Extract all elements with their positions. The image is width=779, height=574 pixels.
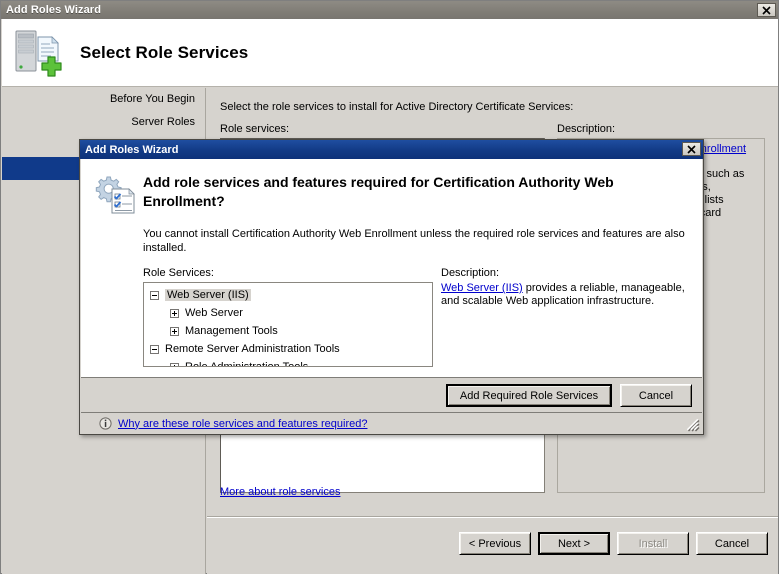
collapse-minus-icon[interactable] [150, 290, 159, 300]
expand-plus-icon[interactable] [170, 326, 179, 336]
dialog-heading: Add role services and features required … [143, 174, 614, 209]
dialog-footer: Why are these role services and features… [81, 412, 702, 434]
expand-plus-icon[interactable] [170, 308, 179, 318]
required-role-services-dialog: Add Roles Wizard Add role services and f… [79, 139, 704, 435]
tree-node-label: Web Server (IIS) [165, 289, 251, 301]
tree-node-label: Role Administration Tools [185, 361, 309, 367]
window-titlebar[interactable]: Add Roles Wizard [1, 1, 778, 19]
sidebar-item-before-you-begin[interactable]: Before You Begin [2, 88, 205, 111]
page-title: Select Role Services [80, 42, 249, 62]
dialog-cancel-button[interactable]: Cancel [620, 384, 692, 407]
info-icon [99, 417, 112, 430]
collapse-minus-icon[interactable] [150, 344, 159, 354]
tree-node[interactable]: Remote Server Administration Tools [144, 340, 432, 358]
install-button: Install [617, 532, 689, 555]
content-intro-text: Select the role services to install for … [220, 101, 574, 113]
dialog-description-label: Description: [441, 267, 500, 279]
description-label: Description: [557, 123, 616, 135]
add-required-role-services-button[interactable]: Add Required Role Services [446, 384, 612, 407]
next-button[interactable]: Next > [538, 532, 610, 555]
wizard-footer: < Previous Next > Install Cancel [207, 516, 778, 574]
dialog-title: Add Roles Wizard [85, 143, 179, 156]
dialog-button-band: Add Required Role Services Cancel [81, 377, 702, 412]
required-role-services-tree[interactable]: Web Server (IIS) Web Server Management T… [143, 282, 433, 367]
sidebar-item-server-roles[interactable]: Server Roles [2, 111, 205, 134]
role-services-label: Role services: [220, 123, 290, 135]
previous-button[interactable]: < Previous [459, 532, 531, 555]
why-required-link[interactable]: Why are these role services and features… [118, 418, 367, 430]
cancel-button[interactable]: Cancel [696, 532, 768, 555]
gear-checklist-icon [93, 173, 137, 217]
tree-node[interactable]: Management Tools [144, 322, 432, 340]
close-icon[interactable] [682, 142, 701, 156]
dialog-description-panel: Web Server (IIS) provides a reliable, ma… [441, 282, 691, 308]
tree-node[interactable]: Role Administration Tools [144, 358, 432, 367]
tree-node[interactable]: Web Server (IIS) [144, 286, 432, 304]
tree-node-label: Remote Server Administration Tools [165, 343, 340, 355]
window-title: Add Roles Wizard [6, 4, 102, 16]
server-add-icon [12, 27, 68, 79]
tree-node-label: Management Tools [185, 325, 278, 337]
dialog-body: Add role services and features required … [81, 159, 702, 377]
resize-grip-icon[interactable] [686, 418, 700, 432]
close-icon[interactable] [757, 3, 776, 17]
dialog-description-link[interactable]: Web Server (IIS) [441, 282, 523, 294]
dialog-paragraph: You cannot install Certification Authori… [143, 228, 685, 254]
dialog-role-services-label: Role Services: [143, 267, 214, 279]
tree-node-label: Web Server [185, 307, 243, 319]
dialog-titlebar[interactable]: Add Roles Wizard [80, 140, 703, 159]
add-roles-wizard-window: Add Roles Wizard Select Role Services Be… [0, 0, 779, 574]
more-about-role-services-link[interactable]: More about role services [220, 486, 340, 498]
tree-node[interactable]: Web Server [144, 304, 432, 322]
expand-plus-icon[interactable] [170, 362, 179, 366]
wizard-header: Select Role Services [2, 19, 778, 87]
